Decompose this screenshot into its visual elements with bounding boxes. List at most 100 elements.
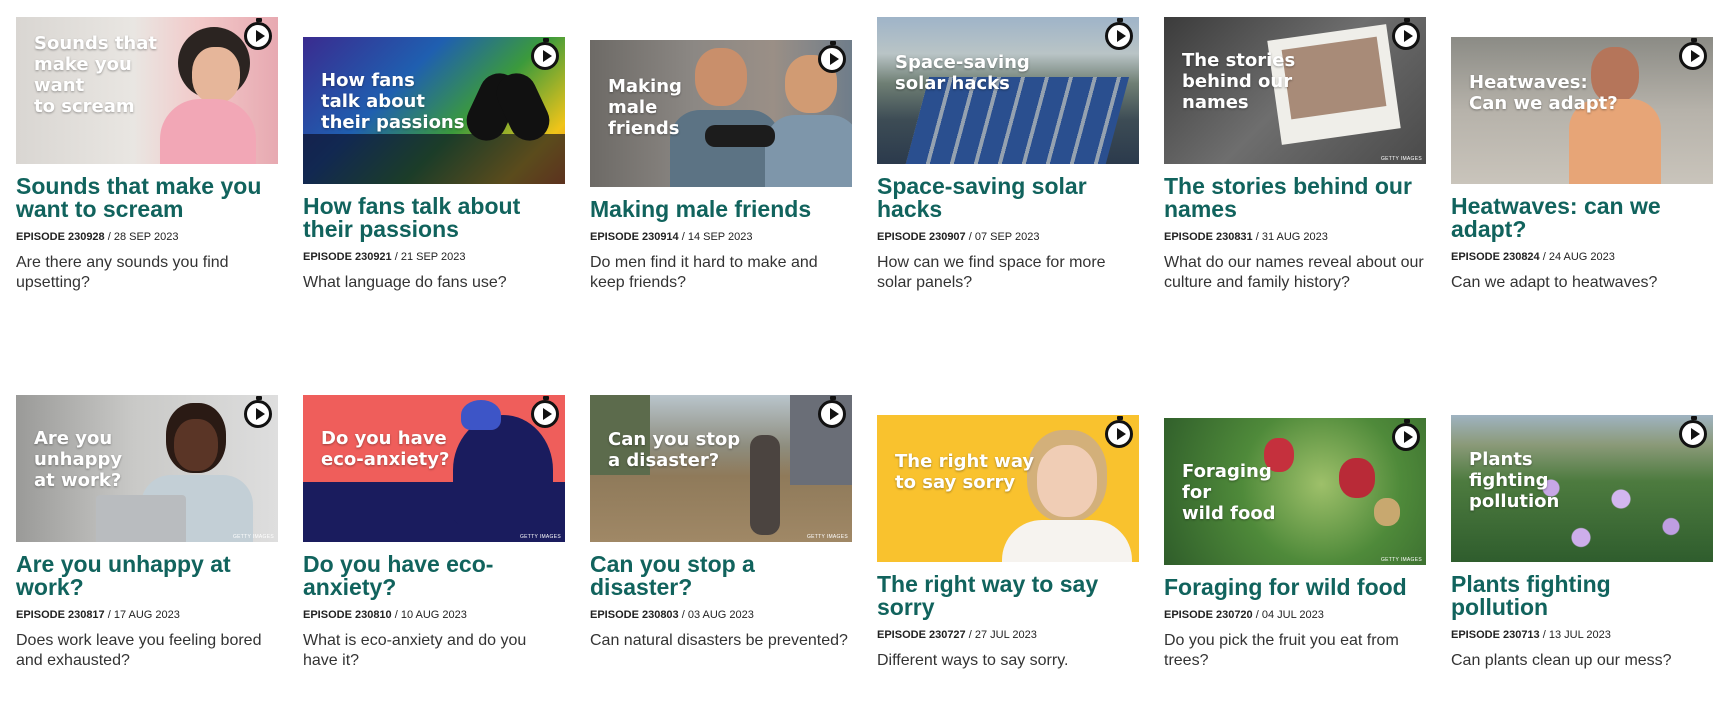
thumbnail-caption: The right way to say sorry [895, 451, 1035, 493]
episode-title-link[interactable]: How fans talk about their passions [303, 195, 565, 241]
episode-description: Do you pick the fruit you eat from trees… [1164, 632, 1399, 669]
episode-date: / 31 AUG 2023 [1255, 231, 1328, 243]
episode-meta: EPISODE 230824 / 24 AUG 2023 [1451, 251, 1713, 263]
episode-title-link[interactable]: Can you stop a disaster? [590, 553, 852, 599]
episode-number: EPISODE 230720 [1164, 609, 1253, 621]
episode-description: Different ways to say sorry. [877, 652, 1069, 669]
episode-thumbnail-link[interactable]: Do you have eco-anxiety? GETTY IMAGES [303, 395, 565, 542]
thumbnail-caption: Plants fighting pollution [1469, 449, 1560, 512]
episode-meta: EPISODE 230810 / 10 AUG 2023 [303, 609, 565, 621]
episode-number: EPISODE 230727 [877, 629, 966, 641]
episode-number: EPISODE 230921 [303, 251, 392, 263]
episode-card: How fans talk about their passions How f… [303, 37, 565, 293]
thumbnail-caption: Do you have eco-anxiety? [321, 428, 450, 470]
stopwatch-play-icon [818, 396, 846, 428]
stopwatch-play-icon [1105, 18, 1133, 50]
episode-thumbnail-link[interactable]: Sounds that make you want to scream [16, 17, 278, 164]
episode-description: What language do fans use? [303, 274, 507, 291]
getty-credit: GETTY IMAGES [232, 534, 274, 540]
getty-credit: GETTY IMAGES [1380, 557, 1422, 563]
episode-meta: EPISODE 230921 / 21 SEP 2023 [303, 251, 565, 263]
episode-meta: EPISODE 230928 / 28 SEP 2023 [16, 231, 278, 243]
episode-thumbnail-link[interactable]: Making male friends [590, 40, 852, 187]
episode-date: / 14 SEP 2023 [681, 231, 753, 243]
episode-title-link[interactable]: Do you have eco-anxiety? [303, 553, 565, 599]
episode-title-link[interactable]: Foraging for wild food [1164, 576, 1426, 599]
stopwatch-play-icon [531, 396, 559, 428]
thumbnail-caption: Foraging for wild food [1182, 461, 1276, 524]
episode-number: EPISODE 230713 [1451, 629, 1540, 641]
episode-title-link[interactable]: Space-saving solar hacks [877, 175, 1139, 221]
episode-title-link[interactable]: Are you unhappy at work? [16, 553, 278, 599]
episode-meta: EPISODE 230727 / 27 JUL 2023 [877, 629, 1139, 641]
episode-title-link[interactable]: Making male friends [590, 198, 852, 221]
episode-number: EPISODE 230914 [590, 231, 679, 243]
stopwatch-play-icon [244, 396, 272, 428]
episode-thumbnail-link[interactable]: Heatwaves: Can we adapt? [1451, 37, 1713, 184]
episode-meta: EPISODE 230914 / 14 SEP 2023 [590, 231, 852, 243]
episode-description: Can plants clean up our mess? [1451, 652, 1672, 669]
episode-date: / 28 SEP 2023 [107, 231, 179, 243]
stopwatch-play-icon [1679, 38, 1707, 70]
episode-meta: EPISODE 230803 / 03 AUG 2023 [590, 609, 852, 621]
episode-thumbnail-link[interactable]: Plants fighting pollution [1451, 415, 1713, 562]
thumbnail-caption: Making male friends [608, 76, 682, 139]
stopwatch-play-icon [818, 41, 846, 73]
episode-title-link[interactable]: The right way to say sorry [877, 573, 1139, 619]
episode-number: EPISODE 230824 [1451, 251, 1540, 263]
episode-meta: EPISODE 230720 / 04 JUL 2023 [1164, 609, 1426, 621]
thumbnail-caption: Space-saving solar hacks [895, 52, 1030, 94]
getty-credit: GETTY IMAGES [1380, 156, 1422, 162]
thumbnail-caption: Can you stop a disaster? [608, 429, 741, 471]
stopwatch-play-icon [531, 38, 559, 70]
episode-card: Plants fighting pollution Plants fightin… [1451, 415, 1713, 671]
thumbnail-caption: Heatwaves: Can we adapt? [1469, 72, 1618, 114]
episode-number: EPISODE 230928 [16, 231, 105, 243]
episode-date: / 17 AUG 2023 [107, 609, 180, 621]
episode-date: / 27 JUL 2023 [968, 629, 1037, 641]
episode-date: / 10 AUG 2023 [394, 609, 467, 621]
episode-number: EPISODE 230817 [16, 609, 105, 621]
episode-description: Can we adapt to heatwaves? [1451, 274, 1658, 291]
episode-number: EPISODE 230810 [303, 609, 392, 621]
episode-meta: EPISODE 230907 / 07 SEP 2023 [877, 231, 1139, 243]
episode-date: / 21 SEP 2023 [394, 251, 466, 263]
episode-description: Are there any sounds you find upsetting? [16, 254, 229, 291]
stopwatch-play-icon [1392, 419, 1420, 451]
episode-number: EPISODE 230831 [1164, 231, 1253, 243]
episode-thumbnail-link[interactable]: Foraging for wild food GETTY IMAGES [1164, 418, 1426, 565]
episode-thumbnail-link[interactable]: Space-saving solar hacks [877, 17, 1139, 164]
episode-title-link[interactable]: Sounds that make you want to scream [16, 175, 278, 221]
episode-thumbnail-link[interactable]: The stories behind our names GETTY IMAGE… [1164, 17, 1426, 164]
getty-credit: GETTY IMAGES [519, 534, 561, 540]
episode-thumbnail-link[interactable]: Can you stop a disaster? GETTY IMAGES [590, 395, 852, 542]
episode-card: Sounds that make you want to scream Soun… [16, 17, 278, 293]
episode-card: Making male friends Making male friends … [590, 40, 852, 293]
episode-thumbnail-link[interactable]: The right way to say sorry [877, 415, 1139, 562]
episode-title-link[interactable]: Plants fighting pollution [1451, 573, 1713, 619]
stopwatch-play-icon [1679, 416, 1707, 448]
stopwatch-play-icon [244, 18, 272, 50]
episode-card: Are you unhappy at work? GETTY IMAGES Ar… [16, 395, 278, 671]
episode-grid: Sounds that make you want to scream Soun… [0, 0, 1726, 714]
episode-card: The right way to say sorry The right way… [877, 415, 1139, 671]
episode-meta: EPISODE 230713 / 13 JUL 2023 [1451, 629, 1713, 641]
episode-description: Does work leave you feeling bored and ex… [16, 632, 262, 669]
episode-card: Space-saving solar hacks Space-saving so… [877, 17, 1139, 293]
episode-thumbnail-link[interactable]: Are you unhappy at work? GETTY IMAGES [16, 395, 278, 542]
episode-description: Can natural disasters be prevented? [590, 632, 848, 649]
episode-card: The stories behind our names GETTY IMAGE… [1164, 17, 1426, 293]
episode-title-link[interactable]: The stories behind our names [1164, 175, 1426, 221]
stopwatch-play-icon [1105, 416, 1133, 448]
episode-card: Heatwaves: Can we adapt? Heatwaves: can … [1451, 37, 1713, 293]
episode-description: What is eco-anxiety and do you have it? [303, 632, 527, 669]
stopwatch-play-icon [1392, 18, 1420, 50]
episode-description: How can we find space for more solar pan… [877, 254, 1106, 291]
episode-date: / 03 AUG 2023 [681, 609, 754, 621]
thumbnail-caption: The stories behind our names [1182, 50, 1296, 113]
episode-title-link[interactable]: Heatwaves: can we adapt? [1451, 195, 1713, 241]
episode-number: EPISODE 230803 [590, 609, 679, 621]
episode-thumbnail-link[interactable]: How fans talk about their passions [303, 37, 565, 184]
episode-date: / 07 SEP 2023 [968, 231, 1040, 243]
episode-number: EPISODE 230907 [877, 231, 966, 243]
